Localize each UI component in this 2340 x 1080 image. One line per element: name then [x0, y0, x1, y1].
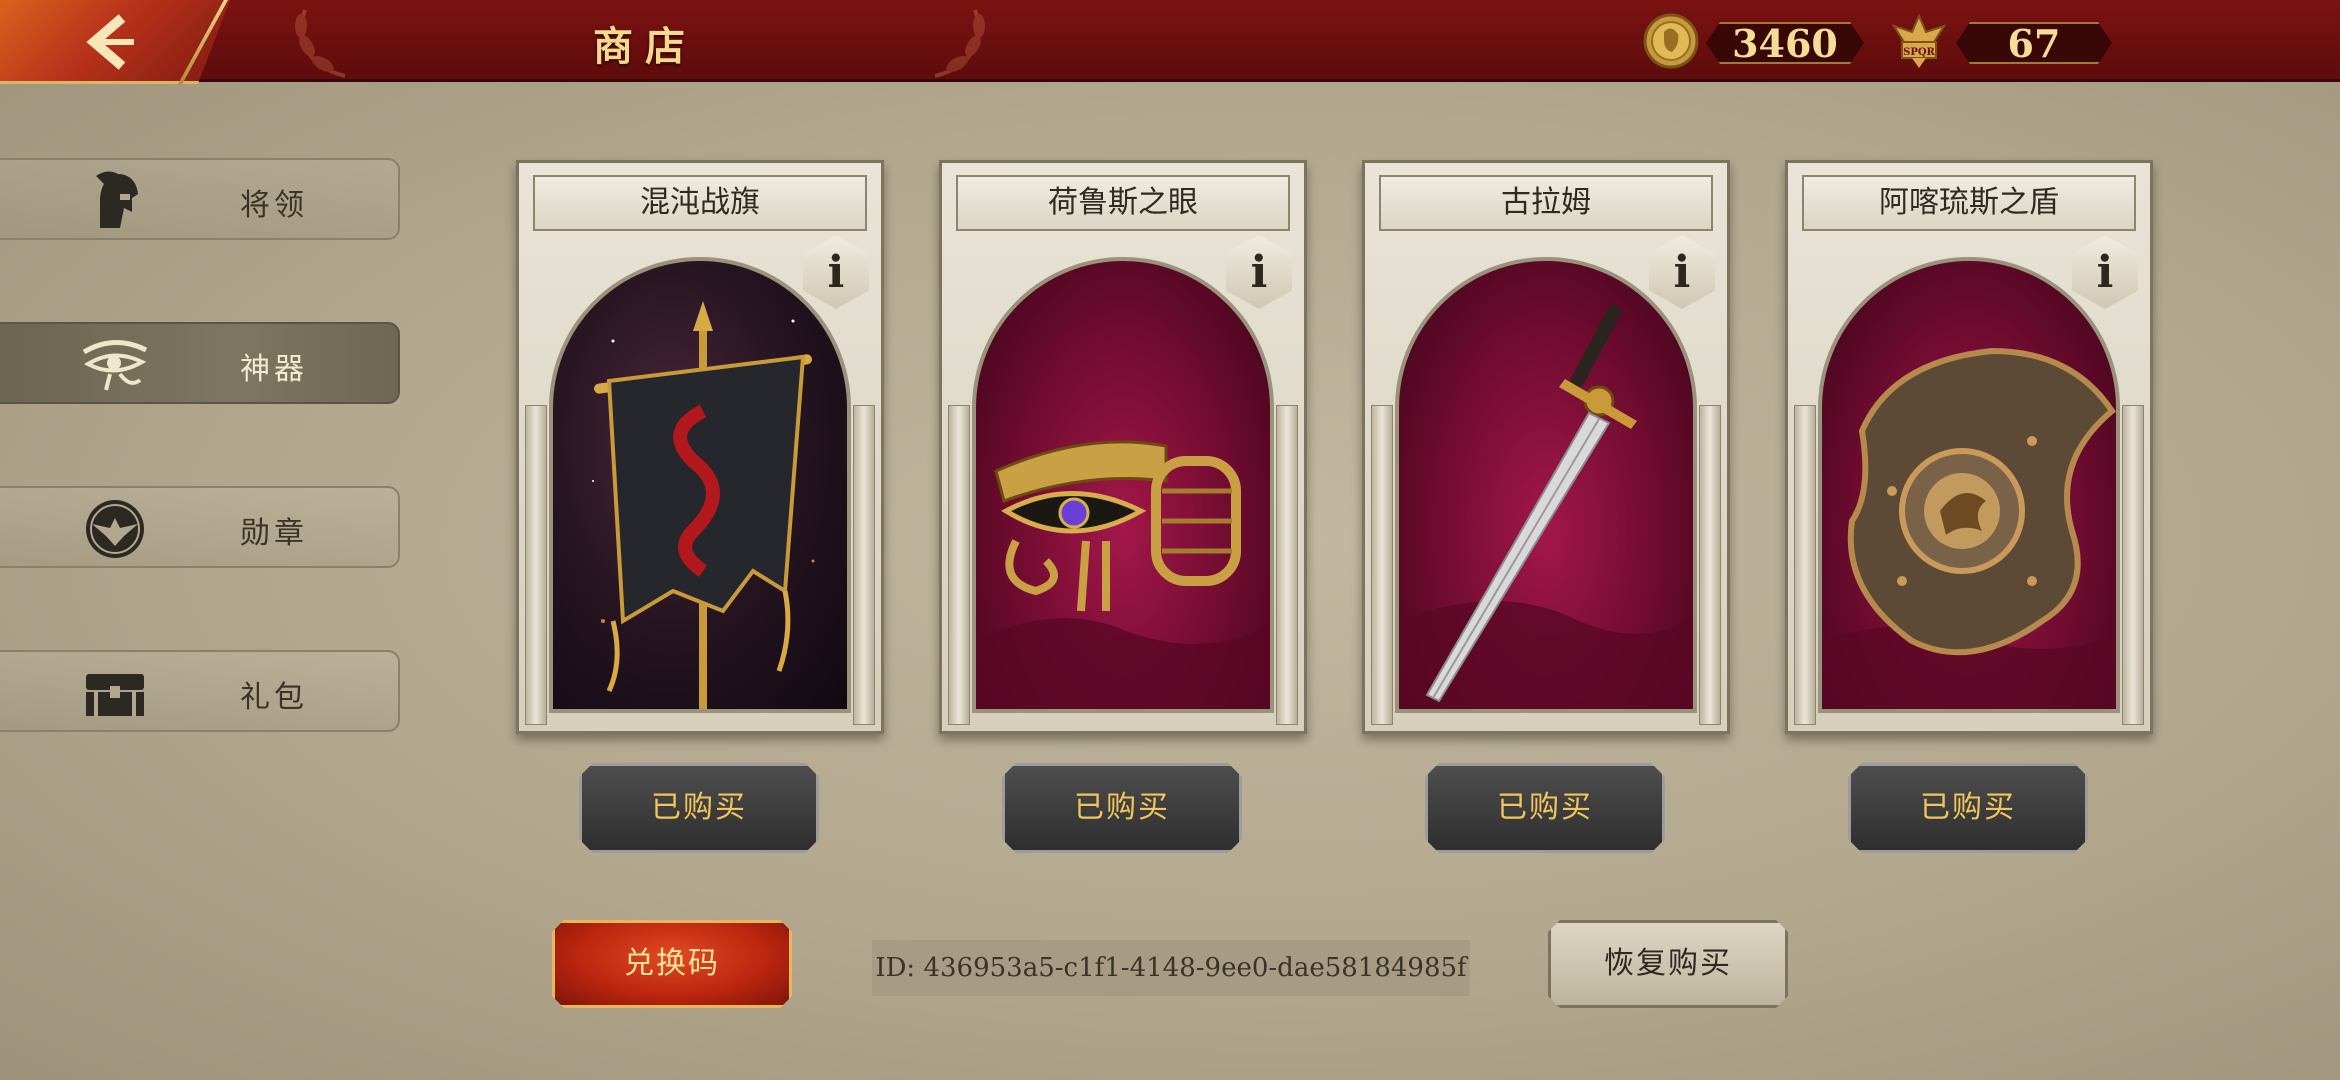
- item-name: 混沌战旗: [533, 175, 867, 231]
- eye-of-horus-art: [972, 257, 1274, 713]
- sword-art: [1395, 257, 1697, 713]
- restore-purchase-button[interactable]: 恢复购买: [1548, 920, 1788, 1008]
- sidebar-item-artifacts[interactable]: 神器: [0, 322, 400, 404]
- page-title: 商店: [593, 23, 697, 70]
- card-pillar: [2122, 405, 2144, 725]
- purchased-button[interactable]: 已购买: [1848, 763, 2088, 853]
- sidebar-item-label: 将领: [240, 188, 308, 223]
- shield-art: [1818, 257, 2120, 713]
- purchased-button[interactable]: 已购买: [1425, 763, 1665, 853]
- eye-of-horus-icon: [82, 339, 148, 391]
- redeem-code-button[interactable]: 兑换码: [552, 920, 792, 1008]
- gold-amount: 3460: [1706, 22, 1864, 64]
- spqr-amount: 67: [1956, 22, 2112, 64]
- laurel-right-icon: [934, 9, 985, 78]
- top-bar: 商店 3460 SPQR 67: [0, 0, 2340, 84]
- laurel-left-icon: [295, 9, 346, 78]
- sidebar-item-label: 礼包: [240, 680, 308, 715]
- shop-item-card[interactable]: 荷鲁斯之眼 i: [939, 160, 1307, 734]
- item-name: 古拉姆: [1379, 175, 1713, 231]
- purchased-button[interactable]: 已购买: [1002, 763, 1242, 853]
- gold-currency: 3460: [1642, 12, 1864, 70]
- chest-icon: [86, 674, 144, 716]
- spartan-helmet-icon: [96, 171, 138, 228]
- card-pillar: [1794, 405, 1816, 725]
- card-pillar: [1699, 405, 1721, 725]
- spqr-currency: SPQR 67: [1890, 12, 2112, 70]
- sidebar-item-label: 勋章: [240, 516, 308, 551]
- card-pillar: [853, 405, 875, 725]
- item-name: 荷鲁斯之眼: [956, 175, 1290, 231]
- chaos-banner-art: [549, 257, 851, 713]
- card-pillar: [525, 405, 547, 725]
- item-name: 阿喀琉斯之盾: [1802, 175, 2136, 231]
- purchased-button[interactable]: 已购买: [579, 763, 819, 853]
- shop-item-card[interactable]: 阿喀琉斯之盾 i: [1785, 160, 2153, 734]
- sidebar-item-generals[interactable]: 将领: [0, 158, 400, 240]
- sidebar-item-packs[interactable]: 礼包: [0, 650, 400, 732]
- card-pillar: [948, 405, 970, 725]
- chevron-left-icon: [86, 14, 134, 70]
- back-button[interactable]: [0, 0, 230, 84]
- card-pillar: [1371, 405, 1393, 725]
- shop-item-card[interactable]: 古拉姆 i: [1362, 160, 1730, 734]
- gold-coin-icon: [1643, 13, 1699, 69]
- svg-text:SPQR: SPQR: [1903, 47, 1935, 58]
- eagle-medal-icon: [86, 500, 144, 558]
- shop-item-card[interactable]: 混沌战旗 i: [516, 160, 884, 734]
- sidebar-item-medals[interactable]: 勋章: [0, 486, 400, 568]
- card-pillar: [1276, 405, 1298, 725]
- spqr-eagle-icon: SPQR: [1891, 13, 1947, 68]
- player-id-label: ID: 436953a5-c1f1-4148-9ee0-dae58184985f: [872, 940, 1470, 996]
- sidebar-item-label: 神器: [240, 352, 308, 387]
